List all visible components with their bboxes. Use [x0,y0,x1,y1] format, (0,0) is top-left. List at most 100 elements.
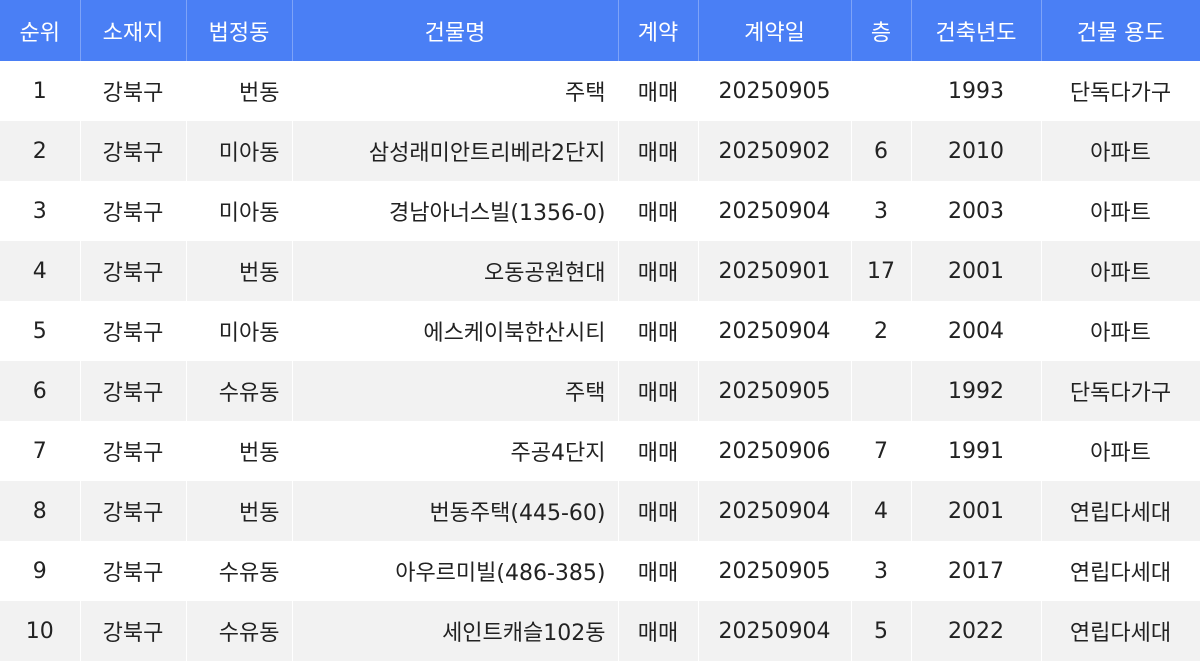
cell-building-use: 아파트 [1041,301,1200,361]
cell-build-year: 1993 [911,61,1042,121]
cell-location: 강북구 [80,421,187,481]
table-row: 8 강북구 번동 번동주택(445-60) 매매 20250904 4 2001 연립다세대 [0,481,1200,541]
cell-rank: 7 [0,421,81,481]
cell-floor: 17 [851,241,912,301]
cell-building-use: 아파트 [1041,241,1200,301]
cell-building-name: 주택 [292,361,619,421]
cell-location: 강북구 [80,241,187,301]
cell-contract-date: 20250906 [698,421,852,481]
cell-building-name: 번동주택(445-60) [292,481,619,541]
cell-contract-date: 20250905 [698,361,852,421]
cell-floor: 2 [851,301,912,361]
header-rank: 순위 [0,0,81,61]
table-row: 2 강북구 미아동 삼성래미안트리베라2단지 매매 20250902 6 2010 아파트 [0,121,1200,181]
cell-build-year: 2010 [911,121,1042,181]
cell-contract-date: 20250904 [698,601,852,661]
table-header-row: 순위 소재지 법정동 건물명 계약 계약일 층 건축년도 건물 용도 [0,0,1200,61]
cell-contract-type: 매매 [618,121,699,181]
header-build-year: 건축년도 [911,0,1042,61]
cell-location: 강북구 [80,61,187,121]
cell-building-use: 아파트 [1041,121,1200,181]
cell-build-year: 1992 [911,361,1042,421]
cell-contract-date: 20250904 [698,181,852,241]
header-location: 소재지 [80,0,187,61]
cell-building-name: 주공4단지 [292,421,619,481]
cell-contract-type: 매매 [618,601,699,661]
cell-dong: 번동 [186,481,293,541]
table-row: 4 강북구 번동 오동공원현대 매매 20250901 17 2001 아파트 [0,241,1200,301]
table-row: 6 강북구 수유동 주택 매매 20250905 1992 단독다가구 [0,361,1200,421]
cell-dong: 번동 [186,61,293,121]
cell-build-year: 2022 [911,601,1042,661]
cell-rank: 9 [0,541,81,601]
cell-contract-type: 매매 [618,361,699,421]
header-dong: 법정동 [186,0,293,61]
header-contract-date: 계약일 [698,0,852,61]
cell-build-year: 2003 [911,181,1042,241]
header-contract-type: 계약 [618,0,699,61]
cell-contract-type: 매매 [618,541,699,601]
cell-building-use: 아파트 [1041,181,1200,241]
cell-building-name: 주택 [292,61,619,121]
cell-build-year: 2001 [911,481,1042,541]
cell-floor: 6 [851,121,912,181]
cell-contract-type: 매매 [618,481,699,541]
cell-floor [851,361,912,421]
cell-floor: 5 [851,601,912,661]
cell-building-name: 세인트캐슬102동 [292,601,619,661]
cell-rank: 1 [0,61,81,121]
cell-building-use: 연립다세대 [1041,601,1200,661]
cell-build-year: 1991 [911,421,1042,481]
cell-contract-date: 20250905 [698,61,852,121]
cell-dong: 수유동 [186,541,293,601]
table-row: 9 강북구 수유동 아우르미빌(486-385) 매매 20250905 3 2017 연립다세… [0,541,1200,601]
cell-building-name: 오동공원현대 [292,241,619,301]
cell-build-year: 2017 [911,541,1042,601]
cell-contract-date: 20250902 [698,121,852,181]
cell-contract-type: 매매 [618,421,699,481]
cell-floor: 7 [851,421,912,481]
cell-rank: 10 [0,601,81,661]
table-body: 1 강북구 번동 주택 매매 20250905 1993 단독다가구 2 강북구 미아동 삼성래미안트… [0,61,1200,661]
cell-building-use: 단독다가구 [1041,361,1200,421]
cell-rank: 6 [0,361,81,421]
cell-rank: 2 [0,121,81,181]
cell-location: 강북구 [80,541,187,601]
cell-contract-date: 20250904 [698,301,852,361]
table-row: 10 강북구 수유동 세인트캐슬102동 매매 20250904 5 2022 연립다세대 [0,601,1200,661]
cell-building-name: 경남아너스빌(1356-0) [292,181,619,241]
cell-location: 강북구 [80,361,187,421]
cell-floor: 4 [851,481,912,541]
cell-floor: 3 [851,541,912,601]
cell-location: 강북구 [80,181,187,241]
cell-floor: 3 [851,181,912,241]
cell-contract-type: 매매 [618,301,699,361]
cell-location: 강북구 [80,481,187,541]
cell-dong: 수유동 [186,601,293,661]
cell-contract-date: 20250904 [698,481,852,541]
cell-dong: 번동 [186,421,293,481]
cell-build-year: 2001 [911,241,1042,301]
table-row: 5 강북구 미아동 에스케이북한산시티 매매 20250904 2 2004 아파트 [0,301,1200,361]
table-row: 3 강북구 미아동 경남아너스빌(1356-0) 매매 20250904 3 2003 아파트 [0,181,1200,241]
cell-building-use: 단독다가구 [1041,61,1200,121]
cell-rank: 3 [0,181,81,241]
cell-contract-type: 매매 [618,61,699,121]
cell-building-use: 연립다세대 [1041,541,1200,601]
cell-building-name: 아우르미빌(486-385) [292,541,619,601]
table-row: 1 강북구 번동 주택 매매 20250905 1993 단독다가구 [0,61,1200,121]
cell-location: 강북구 [80,301,187,361]
cell-contract-date: 20250901 [698,241,852,301]
header-building-use: 건물 용도 [1041,0,1200,61]
transaction-table: 순위 소재지 법정동 건물명 계약 계약일 층 건축년도 건물 용도 1 강북구 번… [0,0,1200,661]
cell-building-use: 연립다세대 [1041,481,1200,541]
cell-building-name: 에스케이북한산시티 [292,301,619,361]
cell-contract-type: 매매 [618,241,699,301]
cell-dong: 미아동 [186,301,293,361]
table-row: 7 강북구 번동 주공4단지 매매 20250906 7 1991 아파트 [0,421,1200,481]
cell-contract-type: 매매 [618,181,699,241]
cell-contract-date: 20250905 [698,541,852,601]
cell-location: 강북구 [80,601,187,661]
cell-location: 강북구 [80,121,187,181]
cell-dong: 수유동 [186,361,293,421]
